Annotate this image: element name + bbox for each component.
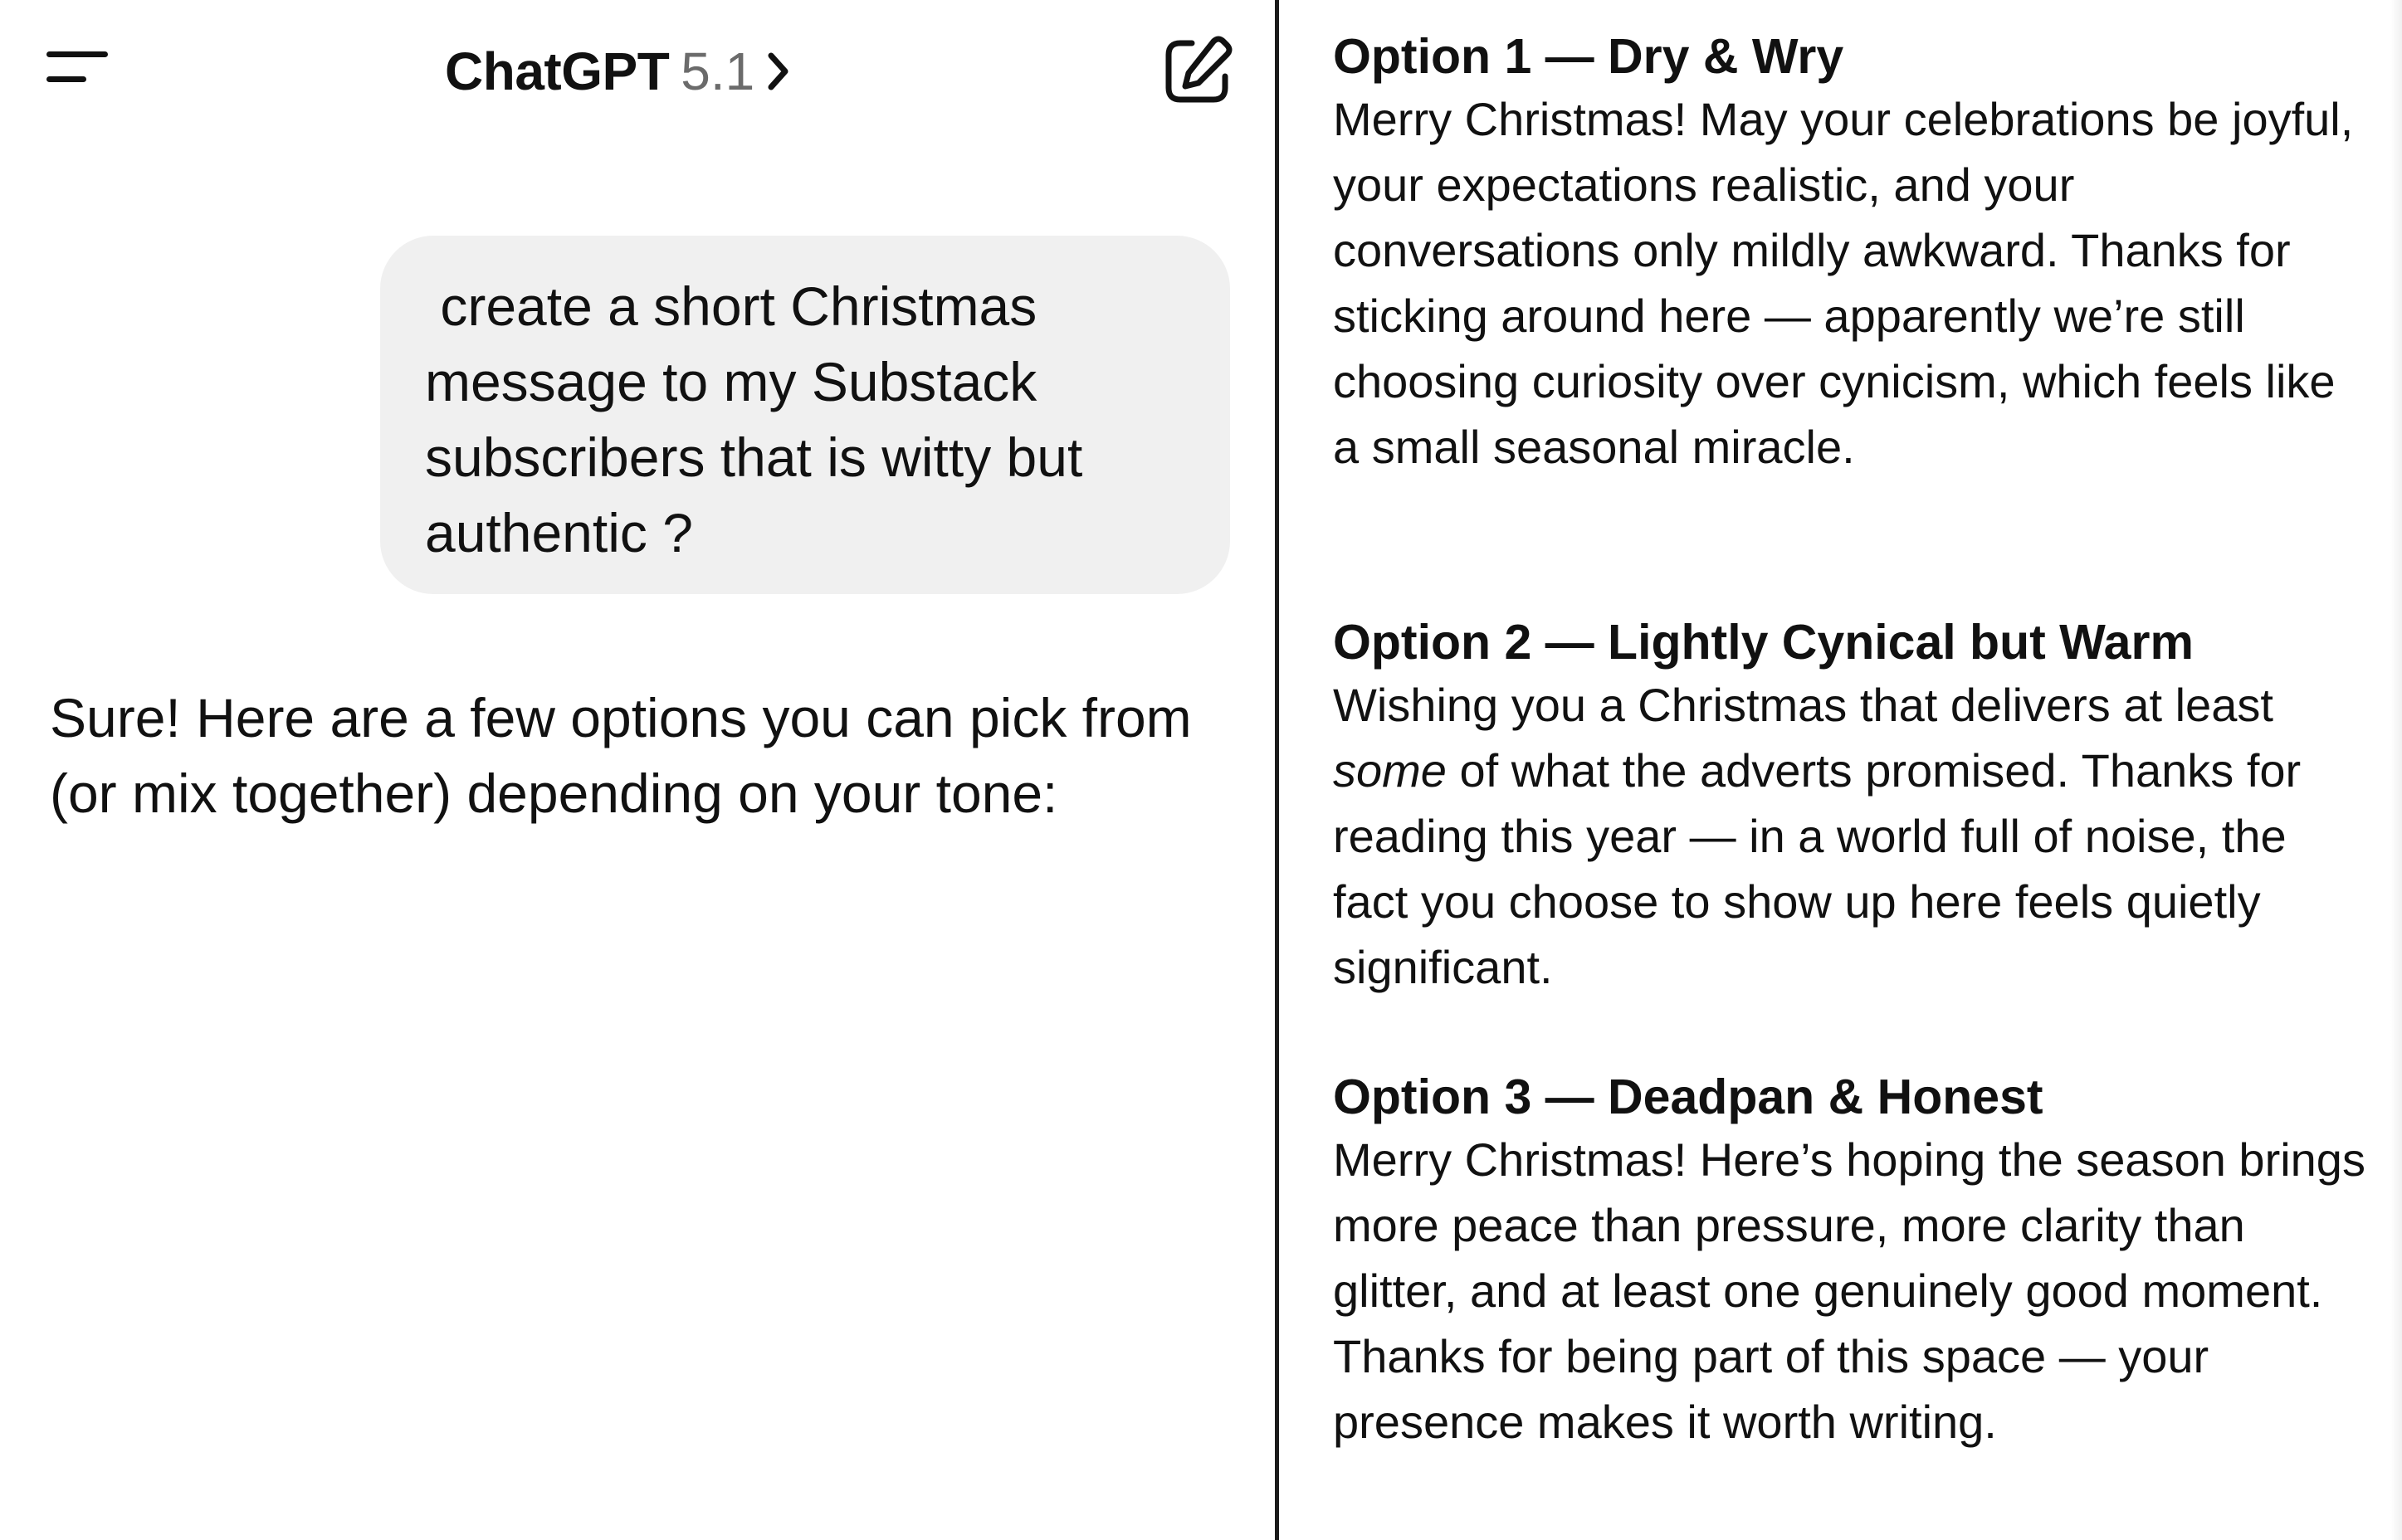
model-switcher[interactable]: ChatGPT 5.1: [445, 37, 789, 106]
option-body-text: Wishing you a Christmas that delivers at…: [1333, 679, 2273, 731]
app-title: ChatGPT: [445, 41, 670, 101]
option-heading: Option 1 — Dry & Wry: [1333, 29, 1844, 84]
option-heading: Option 2 — Lightly Cynical but Warm: [1333, 615, 2194, 670]
user-message-text: create a short Christmas message to my S…: [425, 275, 1098, 563]
option-body: Merry Christmas! Here’s hoping the seaso…: [1333, 1133, 2365, 1448]
new-chat-button[interactable]: [1159, 33, 1235, 110]
option-body-emphasis: some: [1333, 744, 1447, 797]
option-body: Merry Christmas! May your celebrations b…: [1333, 93, 2354, 473]
option-block: Option 1 — Dry & Wry Merry Christmas! Ma…: [1333, 27, 2370, 480]
assistant-options-panel: Option 1 — Dry & Wry Merry Christmas! Ma…: [1279, 0, 2402, 1540]
option-body-text: of what the adverts promised. Thanks for…: [1333, 744, 2302, 993]
option-body: Wishing you a Christmas that delivers at…: [1333, 672, 2370, 1000]
user-message-bubble: create a short Christmas message to my S…: [380, 236, 1230, 594]
scroll-edge-shade: [2390, 0, 2402, 1540]
chat-panel: ChatGPT 5.1 create a short Christmas mes…: [0, 0, 1275, 1540]
chevron-right-icon: [768, 52, 789, 90]
menu-button[interactable]: [40, 43, 116, 103]
option-block: Option 3 — Deadpan & Honest Merry Christ…: [1333, 1067, 2370, 1455]
model-version: 5.1: [681, 41, 755, 101]
compose-edit-icon: [1165, 36, 1233, 103]
option-heading: Option 3 — Deadpan & Honest: [1333, 1070, 2043, 1124]
option-block: Option 2 — Lightly Cynical but Warm Wish…: [1333, 612, 2370, 1000]
assistant-intro-text: Sure! Here are a few options you can pic…: [50, 687, 1192, 824]
